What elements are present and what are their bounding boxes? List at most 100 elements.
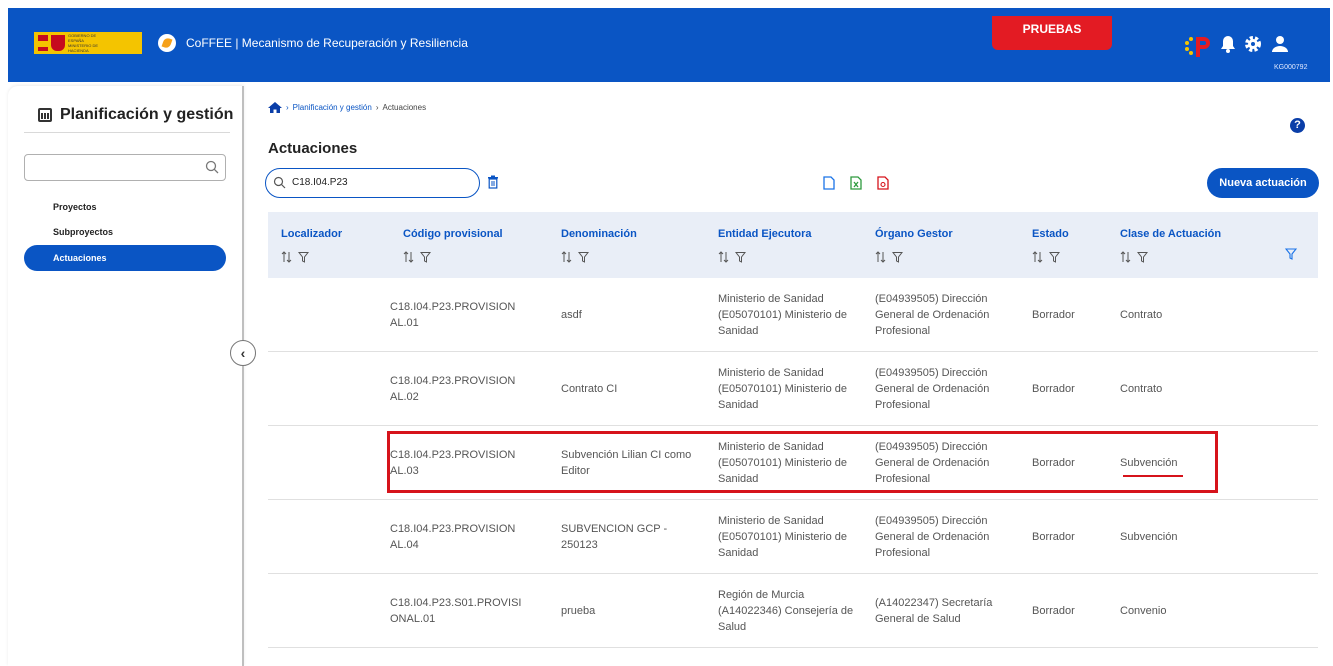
government-logo-text: GOBIERNO DE ESPAÑA MINISTERIO DE HACIEND…	[68, 33, 99, 53]
cell-entidad: Ministerio de Sanidad (E05070101) Minist…	[718, 293, 848, 337]
table-row[interactable]: C18.I04.P23.S01.PROVISI ONAL.01 prueba Reg…	[268, 574, 1318, 648]
cell-denominacion: asdf	[561, 309, 582, 321]
sort-icon[interactable]	[281, 250, 292, 268]
app-header: GOBIERNO DE ESPAÑA MINISTERIO DE HACIEND…	[8, 8, 1330, 82]
breadcrumb: › Planificación y gestión › Actuaciones	[268, 102, 426, 113]
column-header-organo[interactable]: Órgano Gestor	[875, 228, 953, 240]
divider	[24, 132, 230, 133]
sidebar-item-actuaciones[interactable]: Actuaciones	[24, 245, 226, 271]
government-logo[interactable]: GOBIERNO DE ESPAÑA MINISTERIO DE HACIEND…	[34, 32, 142, 54]
sort-icon[interactable]	[1032, 250, 1043, 268]
search-icon	[273, 176, 286, 189]
highlight-annotation-box	[387, 431, 1218, 493]
cell-organo: (E04939505) Dirección General de Ordenac…	[875, 515, 990, 559]
cell-organo: (A14022347) Secretaría General de Salud	[875, 597, 993, 625]
cell-codigo: C18.I04.P23.PROVISION AL.04	[390, 523, 516, 551]
search-input[interactable]: C18.I04.P23	[265, 168, 480, 198]
new-actuacion-button[interactable]: Nueva actuación	[1207, 168, 1319, 198]
sidebar-search-input[interactable]	[24, 154, 226, 181]
collapse-sidebar-button[interactable]: ‹	[230, 340, 256, 366]
column-sort-filter-controls	[875, 250, 904, 268]
breadcrumb-item-planificacion[interactable]: Planificación y gestión	[293, 103, 372, 112]
column-header-entidad[interactable]: Entidad Ejecutora	[718, 228, 812, 240]
spain-flag-icon	[38, 35, 48, 51]
table-row[interactable]: C18.I04.P23.PROVISION AL.04 SUBVENCION GC…	[268, 500, 1318, 574]
column-sort-filter-controls	[403, 250, 432, 268]
calendar-icon	[38, 108, 52, 122]
breadcrumb-separator: ›	[286, 103, 289, 112]
sort-icon[interactable]	[561, 250, 572, 268]
export-pdf-icon[interactable]	[877, 176, 889, 190]
home-icon[interactable]	[268, 102, 282, 113]
cell-estado: Borrador	[1032, 309, 1075, 321]
environment-badge: PRUEBAS	[992, 16, 1112, 50]
cell-codigo: C18.I04.P23.S01.PROVISI ONAL.01	[390, 597, 522, 625]
filter-icon[interactable]	[891, 250, 904, 268]
filter-icon[interactable]	[419, 250, 432, 268]
chevron-left-icon: ‹	[240, 345, 246, 361]
cell-estado: Borrador	[1032, 605, 1075, 617]
column-header-denominacion[interactable]: Denominación	[561, 228, 637, 240]
cell-clase: Convenio	[1120, 605, 1167, 617]
sidebar-title-label: Planificación y gestión	[60, 106, 234, 123]
cell-codigo: C18.I04.P23.PROVISION AL.02	[390, 375, 516, 403]
column-sort-filter-controls	[1032, 250, 1061, 268]
cell-denominacion: prueba	[561, 605, 596, 617]
column-header-clase[interactable]: Clase de Actuación	[1120, 228, 1221, 240]
coat-of-arms-icon	[51, 35, 65, 51]
column-sort-filter-controls	[561, 250, 590, 268]
table-row[interactable]: C18.I04.P23.PROVISION AL.02 Contrato CI Mi…	[268, 352, 1318, 426]
sidebar-item-subproyectos[interactable]: Subproyectos	[53, 227, 113, 237]
user-icon[interactable]	[1270, 34, 1290, 54]
page-title: Actuaciones	[268, 140, 358, 157]
sidebar-item-proyectos[interactable]: Proyectos	[53, 202, 97, 212]
filter-icon[interactable]	[734, 250, 747, 268]
gear-icon[interactable]	[1243, 34, 1263, 54]
cell-estado: Borrador	[1032, 383, 1075, 395]
cell-denominacion: SUBVENCION GCP - 250123	[561, 523, 668, 551]
cell-organo: (E04939505) Dirección General de Ordenac…	[875, 293, 990, 337]
sort-icon[interactable]	[875, 250, 886, 268]
table-header: Localizador Código provisional Denominac…	[268, 212, 1318, 278]
column-header-estado[interactable]: Estado	[1032, 228, 1069, 240]
recovery-plan-logo-icon	[1185, 37, 1210, 57]
cell-clase: Contrato	[1120, 383, 1163, 395]
filter-icon[interactable]	[1136, 250, 1149, 268]
filter-icon[interactable]	[297, 250, 310, 268]
sort-icon[interactable]	[1120, 250, 1131, 268]
sort-icon[interactable]	[718, 250, 729, 268]
column-sort-filter-controls	[281, 250, 310, 268]
help-icon[interactable]: ?	[1290, 118, 1305, 133]
search-input-value: C18.I04.P23	[292, 177, 348, 188]
sort-icon[interactable]	[403, 250, 414, 268]
sidebar: Planificación y gestión Proyectos Subpro…	[8, 86, 244, 666]
bell-icon[interactable]	[1218, 34, 1238, 54]
cell-denominacion: Contrato CI	[561, 383, 618, 395]
breadcrumb-separator: ›	[375, 103, 379, 112]
breadcrumb-item-actuaciones: Actuaciones	[382, 103, 427, 112]
clear-search-trash-icon[interactable]	[487, 175, 499, 189]
clear-filters-icon[interactable]	[1285, 248, 1297, 260]
table-row[interactable]: C18.I04.P23.PROVISION AL.01 asdf Ministeri…	[268, 278, 1318, 352]
user-code: KG000792	[1274, 64, 1308, 71]
cell-entidad: Región de Murcia (A14022346) Consejería …	[718, 589, 854, 633]
column-sort-filter-controls	[718, 250, 747, 268]
cell-entidad: Ministerio de Sanidad (E05070101) Minist…	[718, 367, 848, 411]
filter-icon[interactable]	[1048, 250, 1061, 268]
export-excel-icon[interactable]	[850, 176, 862, 190]
cell-entidad: Ministerio de Sanidad (E05070101) Minist…	[718, 515, 848, 559]
sidebar-title: Planificación y gestión	[38, 106, 233, 124]
cell-clase: Subvención	[1120, 531, 1178, 543]
column-header-localizador[interactable]: Localizador	[281, 228, 342, 240]
column-header-codigo[interactable]: Código provisional	[403, 228, 503, 240]
search-icon	[205, 160, 219, 174]
coffee-logo-icon[interactable]	[158, 34, 176, 52]
cell-clase: Contrato	[1120, 309, 1163, 321]
cell-estado: Borrador	[1032, 531, 1075, 543]
underline-annotation	[1123, 475, 1183, 477]
filter-icon[interactable]	[577, 250, 590, 268]
cell-codigo: C18.I04.P23.PROVISION AL.01	[390, 301, 516, 329]
cell-organo: (E04939505) Dirección General de Ordenac…	[875, 367, 990, 411]
app-title: CoFFEE | Mecanismo de Recuperación y Res…	[186, 36, 468, 50]
export-file-icon[interactable]	[823, 176, 835, 190]
